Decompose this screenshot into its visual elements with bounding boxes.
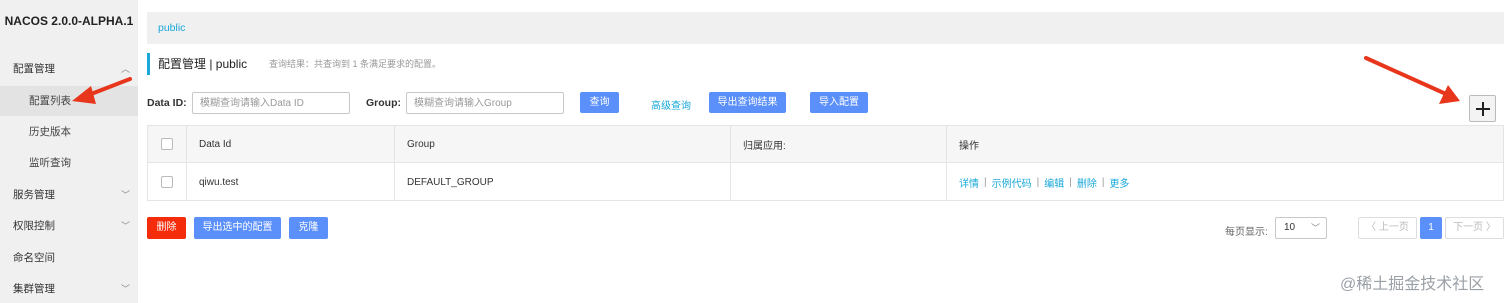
sidebar-item-label: 集群管理 — [13, 283, 55, 295]
add-config-button[interactable] — [1469, 95, 1496, 122]
sidebar-item-label: 历史版本 — [29, 126, 71, 138]
sidebar-item-config-list[interactable]: 配置列表 — [0, 86, 138, 116]
more-link[interactable]: 更多 — [1109, 175, 1129, 190]
header-checkbox-cell — [148, 126, 187, 162]
column-header-group[interactable]: Group — [395, 126, 731, 162]
sidebar-item-label: 命名空间 — [13, 252, 55, 264]
brand-title: NACOS 2.0.0-ALPHA.1 — [4, 14, 134, 28]
next-page-button[interactable]: 下一页 〉 — [1445, 217, 1504, 239]
export-selected-button[interactable]: 导出选中的配置 — [194, 217, 281, 239]
chevron-down-icon: ﹀ — [120, 284, 130, 294]
watermark: @稀土掘金技术社区 — [1340, 276, 1485, 293]
table-header: Data Id Group 归属应用: 操作 — [148, 126, 1503, 163]
chevron-down-icon: ﹀ — [120, 190, 130, 200]
sidebar: NACOS 2.0.0-ALPHA.1 配置管理 ︿ 配置列表 历史版本 监听查… — [0, 0, 138, 303]
group-search-input[interactable] — [406, 92, 564, 114]
export-query-results-button[interactable]: 导出查询结果 — [709, 92, 786, 113]
sidebar-item-listener-query[interactable]: 监听查询 — [0, 148, 138, 178]
delete-link[interactable]: 删除 — [1077, 175, 1097, 190]
per-page-label: 每页显示: — [1225, 227, 1268, 238]
cell-dataid: qiwu.test — [187, 163, 395, 201]
page-title: 配置管理 | public — [158, 57, 248, 71]
cell-operations: 详情 | 示例代码 | 编辑 | 删除 | 更多 — [947, 163, 1503, 201]
sidebar-item-namespace[interactable]: 命名空间 — [0, 243, 138, 273]
detail-link[interactable]: 详情 — [959, 175, 979, 190]
column-header-app: 归属应用: — [731, 126, 947, 162]
dataid-label: Data ID: — [147, 97, 187, 109]
per-page-value: 10 — [1284, 222, 1296, 233]
query-button[interactable]: 查询 — [580, 92, 619, 113]
cell-group: DEFAULT_GROUP — [395, 163, 731, 201]
clone-button[interactable]: 克隆 — [289, 217, 328, 239]
table-row: qiwu.test DEFAULT_GROUP 详情 | 示例代码 | 编辑 | 删除… — [148, 163, 1503, 201]
sidebar-item-access-control[interactable]: 权限控制 ﹀ — [0, 211, 138, 241]
group-label: Group: — [366, 97, 401, 109]
select-all-checkbox[interactable] — [161, 138, 173, 150]
sidebar-item-label: 服务管理 — [13, 189, 55, 201]
per-page-select[interactable]: 10 ﹀ — [1275, 217, 1327, 239]
separator: | — [984, 176, 987, 188]
annotation-arrow-right — [1364, 56, 1448, 96]
sidebar-item-config-management[interactable]: 配置管理 ︿ — [0, 54, 138, 84]
row-checkbox[interactable] — [161, 176, 173, 188]
sidebar-item-history[interactable]: 历史版本 — [0, 117, 138, 147]
config-table: Data Id Group 归属应用: 操作 qiwu.test DEFAULT… — [147, 125, 1504, 201]
delete-button[interactable]: 删除 — [147, 217, 186, 239]
chevron-down-icon: ﹀ — [1310, 223, 1320, 233]
dataid-search-input[interactable] — [192, 92, 350, 114]
column-header-dataid[interactable]: Data Id — [187, 126, 395, 162]
row-checkbox-cell — [148, 163, 187, 201]
sidebar-item-service-management[interactable]: 服务管理 ﹀ — [0, 180, 138, 210]
page-number-1[interactable]: 1 — [1420, 217, 1442, 239]
import-config-button[interactable]: 导入配置 — [810, 92, 868, 113]
plus-icon-vertical — [1482, 102, 1484, 116]
chevron-up-icon: ︿ — [120, 64, 130, 74]
separator: | — [1069, 176, 1072, 188]
sample-code-link[interactable]: 示例代码 — [992, 175, 1032, 190]
sidebar-item-cluster-management[interactable]: 集群管理 ﹀ — [0, 274, 138, 303]
prev-page-button[interactable]: 〈 上一页 — [1358, 217, 1417, 239]
separator: | — [1101, 176, 1105, 188]
sidebar-item-label: 监听查询 — [29, 157, 71, 169]
sidebar-item-label: 权限控制 — [13, 220, 55, 232]
chevron-down-icon: ﹀ — [120, 221, 130, 231]
separator: | — [1036, 176, 1040, 188]
sidebar-item-label: 配置管理 — [13, 63, 55, 75]
sidebar-item-label: 配置列表 — [29, 95, 71, 107]
cell-app — [731, 163, 947, 201]
page-header: 配置管理 | public 查询结果：共查询到 1 条满足要求的配置。 — [147, 53, 441, 75]
query-result-text: 查询结果：共查询到 1 条满足要求的配置。 — [269, 59, 442, 69]
namespace-bar: public — [147, 12, 1504, 44]
column-header-operations: 操作 — [959, 140, 979, 152]
edit-link[interactable]: 编辑 — [1044, 175, 1064, 190]
namespace-public-link[interactable]: public — [158, 22, 185, 34]
advanced-query-link[interactable]: 高级查询 — [651, 97, 691, 112]
annotation-arrowhead-right — [1439, 85, 1460, 104]
